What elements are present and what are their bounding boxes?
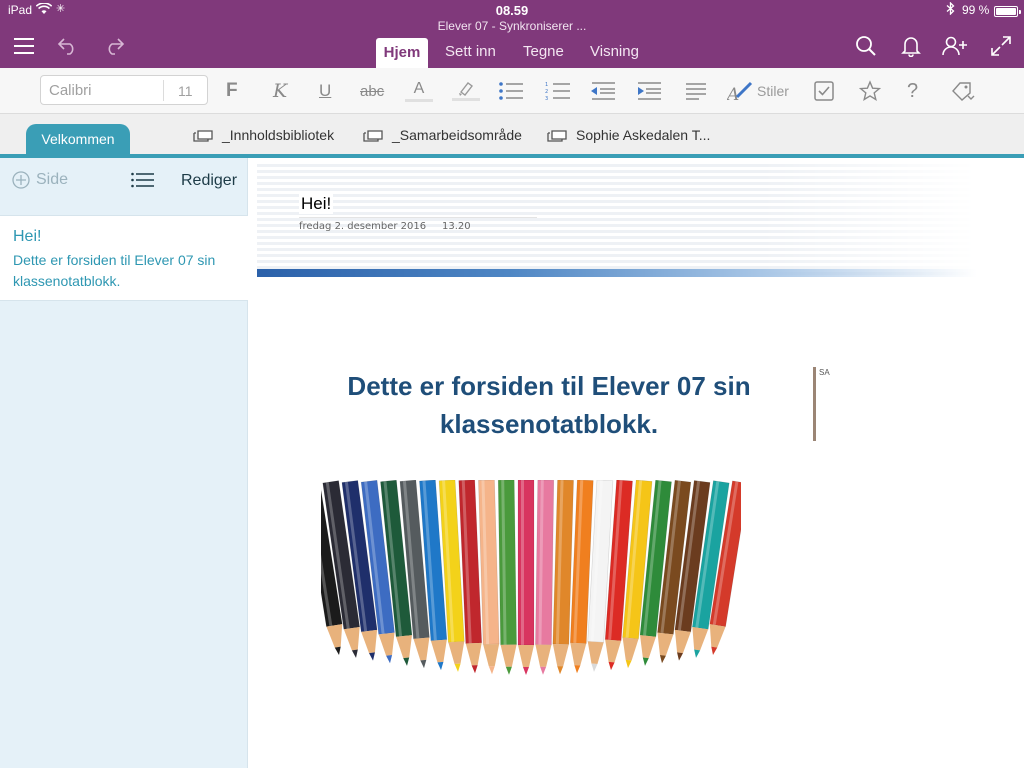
svg-text:3: 3 [545, 96, 548, 101]
svg-text:2: 2 [545, 89, 548, 95]
colored-pencils-image[interactable] [321, 480, 741, 710]
section-tab-velkommen[interactable]: Velkommen [26, 124, 130, 154]
page-heading[interactable]: Dette er forsiden til Elever 07 sin klas… [309, 367, 789, 443]
styles-brush-icon: A [727, 81, 753, 102]
document-title: Elever 07 - Synkroniserer ... [437, 19, 587, 33]
font-color-swatch [405, 99, 433, 102]
todo-checkbox-tag-icon[interactable] [813, 78, 835, 104]
font-box-divider [163, 80, 164, 101]
font-picker[interactable]: Calibri 11 [40, 75, 208, 105]
search-icon[interactable] [853, 34, 879, 58]
title-underline [299, 217, 537, 218]
bullet-list-icon[interactable] [498, 78, 524, 104]
share-add-person-icon[interactable] [942, 34, 968, 58]
formatting-toolbar: Calibri 11 F K U abc A 123 A Stiler ? [0, 68, 1024, 114]
bell-icon[interactable] [898, 34, 924, 58]
tab-hjem[interactable]: Hjem [376, 38, 428, 68]
section-tab-bar: Velkommen _Innholdsbibliotek _Samarbeids… [0, 114, 1024, 154]
paragraph-align-icon[interactable] [685, 78, 707, 104]
plus-circle-icon [12, 171, 30, 189]
svg-text:1: 1 [545, 82, 548, 88]
edit-pages-button[interactable]: Rediger [181, 172, 237, 190]
section-group-label: _Innholdsbibliotek [222, 127, 335, 143]
underline-button[interactable]: U [319, 78, 331, 104]
undo-icon[interactable] [55, 34, 81, 58]
page-list-view-icon[interactable] [131, 172, 155, 193]
section-group-label: Sophie Askedalen T... [576, 127, 711, 143]
strikethrough-button[interactable]: abc [360, 78, 384, 104]
styles-button[interactable]: A Stiler [727, 78, 789, 104]
font-name-field[interactable]: Calibri [49, 82, 92, 99]
status-time: 08.59 [495, 3, 529, 18]
battery-percent: 99 % [962, 3, 990, 17]
highlighter-icon [459, 82, 473, 96]
pencil [517, 480, 535, 675]
author-initials: SA [819, 368, 830, 377]
pencil [535, 480, 555, 675]
font-color-label: A [413, 80, 425, 97]
section-group-icon [363, 130, 383, 142]
section-group-icon [547, 130, 567, 142]
page-list-header: Side Rediger [0, 158, 248, 204]
section-group-innholdsbibliotek[interactable]: _Innholdsbibliotek [192, 127, 334, 143]
page-list-pane: Side Rediger Hei! Dette er forsiden til … [0, 158, 248, 768]
font-size-field[interactable]: 11 [178, 83, 193, 99]
pencil [497, 480, 517, 675]
battery-icon [994, 6, 1021, 17]
svg-text:A: A [727, 85, 739, 102]
pencil [552, 480, 574, 675]
author-marker-bar [813, 367, 816, 441]
bluetooth-icon [946, 1, 955, 18]
page-date: fredag 2. desember 2016 [299, 221, 427, 232]
numbered-list-icon[interactable]: 123 [545, 78, 571, 104]
page-time: 13.20 [442, 221, 471, 232]
fullscreen-expand-icon[interactable] [988, 34, 1014, 58]
section-group-samarbeidsomrade[interactable]: _Samarbeidsområde [362, 127, 522, 143]
tab-sett-inn[interactable]: Sett inn [445, 43, 496, 60]
styles-label: Stiler [757, 83, 789, 99]
font-color-button[interactable]: A [404, 78, 434, 104]
tab-tegne[interactable]: Tegne [523, 43, 564, 60]
page-canvas[interactable]: Hei! fredag 2. desember 2016 13.20 Dette… [249, 158, 1024, 768]
bold-button[interactable]: F [226, 78, 238, 104]
tab-visning[interactable]: Visning [590, 43, 639, 60]
decrease-indent-icon[interactable] [590, 78, 616, 104]
hamburger-menu-icon[interactable] [11, 34, 37, 58]
pencil [478, 480, 500, 675]
page-header-accent-line [257, 269, 977, 277]
section-group-label: _Samarbeidsområde [392, 127, 522, 143]
app-header: iPad ✳ 08.59 99 % Elever 07 - Synkronise… [0, 0, 1024, 68]
page-item-title: Hei! [13, 228, 42, 245]
increase-indent-icon[interactable] [636, 78, 662, 104]
page-title[interactable]: Hei! [299, 194, 334, 214]
page-header-band [257, 164, 977, 276]
highlight-button[interactable] [451, 78, 481, 104]
list-item[interactable]: Hei! Dette er forsiden til Elever 07 sin… [0, 215, 248, 301]
more-tags-icon[interactable] [950, 78, 976, 104]
section-group-icon [193, 130, 213, 142]
section-group-student[interactable]: Sophie Askedalen T... [546, 127, 710, 143]
star-tag-icon[interactable] [859, 78, 881, 104]
add-page-button[interactable]: Side [12, 171, 68, 189]
italic-button[interactable]: K [273, 78, 287, 104]
highlight-swatch [452, 98, 480, 101]
redo-icon[interactable] [101, 34, 127, 58]
add-page-label: Side [36, 171, 69, 188]
question-tag-icon[interactable]: ? [907, 78, 918, 104]
page-item-preview: Dette er forsiden til Elever 07 sin klas… [13, 252, 216, 289]
